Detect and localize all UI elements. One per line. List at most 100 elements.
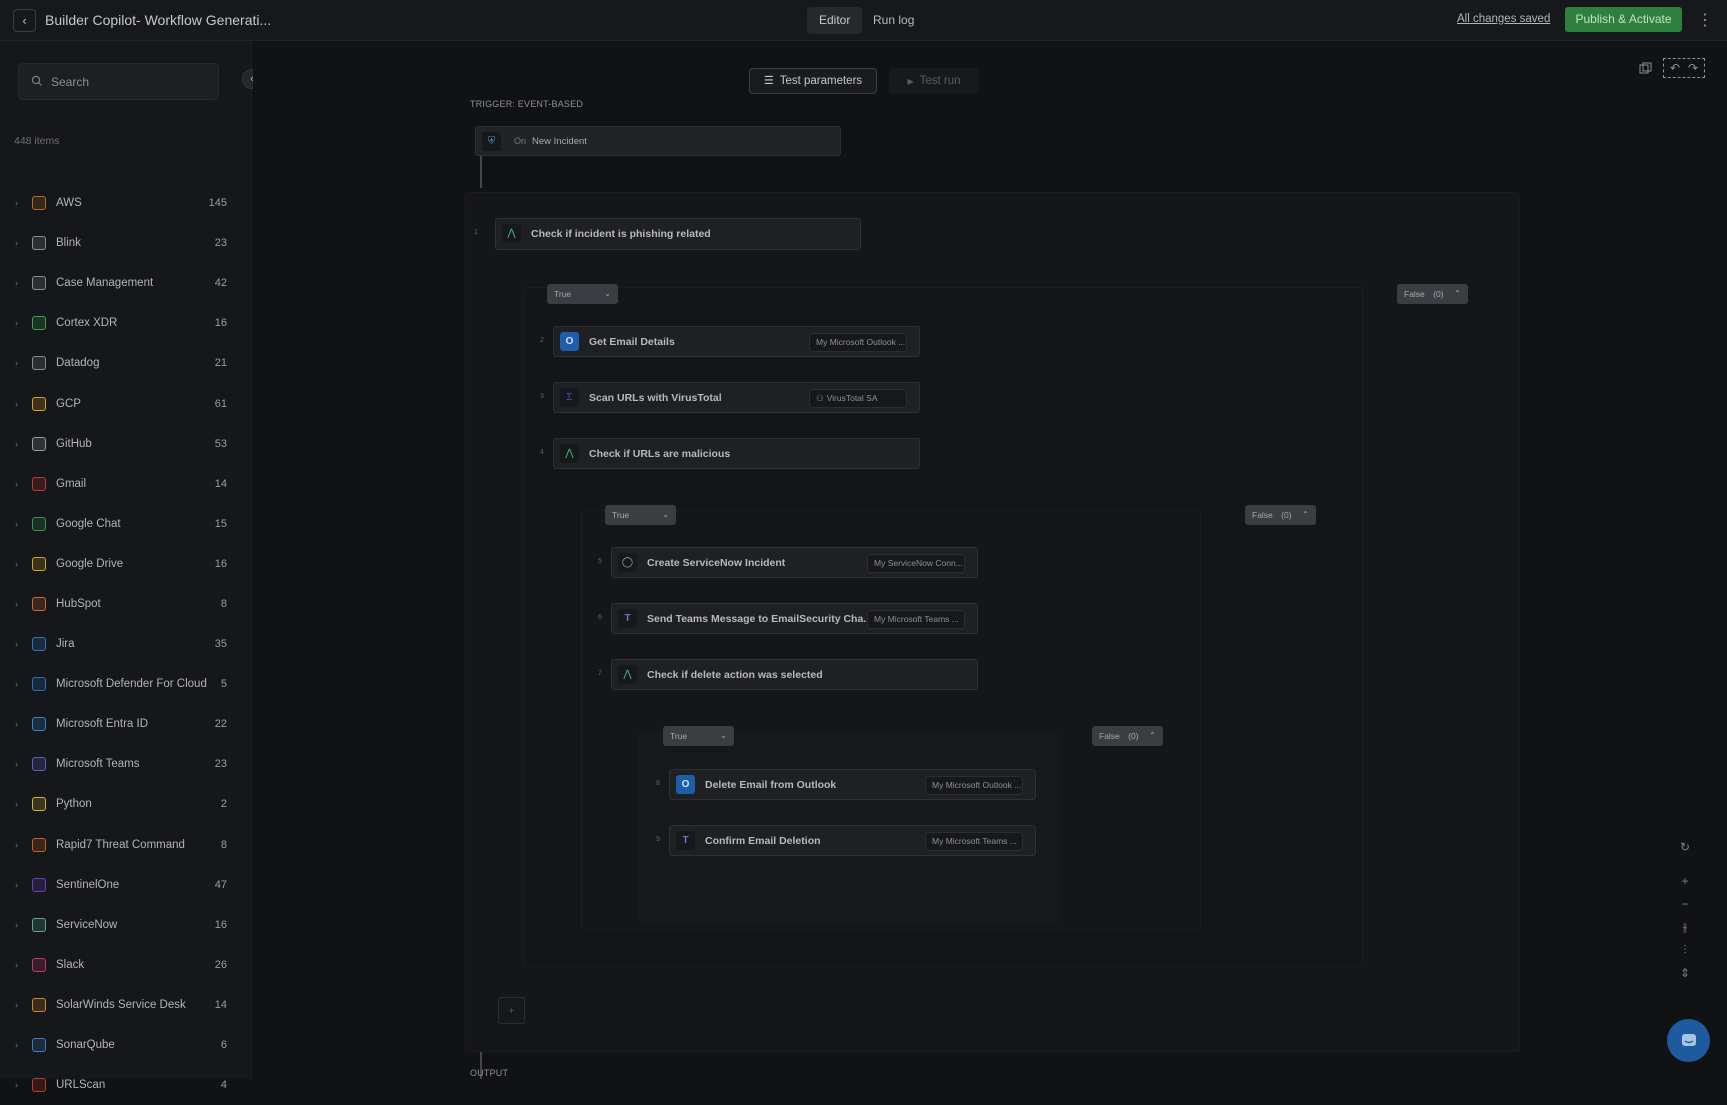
connection-select[interactable]: My Microsoft Outlook ... <box>925 776 1023 795</box>
chevron-down-icon: ⌄ <box>662 510 669 519</box>
chevron-left-icon: ‹ <box>22 13 27 28</box>
expand-collapse-icon[interactable]: ⇕ <box>1678 966 1692 980</box>
chevron-right-icon: › <box>15 518 18 529</box>
integration-logo-icon <box>32 356 46 371</box>
branch-true-3[interactable]: True ⌄ <box>663 726 734 746</box>
sidebar-item-jira[interactable]: › Jira 35 <box>0 624 251 664</box>
node-scan-urls[interactable]: 3 Σ Scan URLs with VirusTotal ⚇ VirusTota… <box>540 382 920 413</box>
sidebar-item-servicenow[interactable]: › ServiceNow 16 <box>0 905 251 945</box>
sidebar-item-count: 61 <box>214 397 227 410</box>
sidebar-item-count: 15 <box>214 517 227 530</box>
servicenow-icon: ◯ <box>618 553 637 572</box>
integration-logo-icon <box>32 396 46 411</box>
users-icon: ⚇ <box>816 393 824 403</box>
sidebar-item-count: 16 <box>214 317 227 330</box>
sidebar-item-count: 23 <box>214 758 227 771</box>
sidebar-item-count: 8 <box>220 838 227 851</box>
sidebar-item-label: Slack <box>56 958 85 971</box>
branch-true-1[interactable]: True ⌄ <box>547 284 618 304</box>
sidebar-item-label: GCP <box>56 397 81 410</box>
sidebar-item-solarwinds-service-desk[interactable]: › SolarWinds Service Desk 14 <box>0 985 251 1025</box>
workflow-canvas[interactable]: ☰ Test parameters ▶ Test run ↶ ↷ TRIGGER… <box>253 42 1727 1079</box>
add-step-button[interactable]: + <box>498 997 525 1024</box>
chevron-right-icon: › <box>15 719 18 730</box>
sidebar-item-gcp[interactable]: › GCP 61 <box>0 383 251 423</box>
back-button[interactable]: ‹ <box>13 9 36 32</box>
node-check-phishing[interactable]: 1 ⋀ Check if incident is phishing relate… <box>474 218 861 250</box>
sidebar-item-cortex-xdr[interactable]: › Cortex XDR 16 <box>0 303 251 343</box>
sidebar-item-github[interactable]: › GitHub 53 <box>0 424 251 464</box>
node-delete-email[interactable]: 8 O Delete Email from Outlook My Microso… <box>656 769 1036 800</box>
sidebar-item-google-drive[interactable]: › Google Drive 16 <box>0 544 251 584</box>
more-menu-icon[interactable]: ⋮ <box>1697 10 1713 30</box>
sidebar-item-microsoft-defender-for-cloud[interactable]: › Microsoft Defender For Cloud 5 <box>0 664 251 704</box>
branch-false-2[interactable]: False (0) ⌃ <box>1245 505 1316 525</box>
chevron-down-icon: ⌄ <box>720 731 727 740</box>
connection-select[interactable]: My Microsoft Outlook ... <box>809 333 907 352</box>
sidebar-item-label: SolarWinds Service Desk <box>56 998 186 1011</box>
save-status[interactable]: All changes saved <box>1457 13 1550 25</box>
sidebar-item-google-chat[interactable]: › Google Chat 15 <box>0 504 251 544</box>
sidebar-item-count: 14 <box>214 998 227 1011</box>
integration-logo-icon <box>32 436 46 451</box>
chevron-right-icon: › <box>15 438 18 449</box>
node-create-servicenow-incident[interactable]: 5 ◯ Create ServiceNow Incident My Servic… <box>598 547 978 578</box>
integration-logo-icon <box>32 556 46 571</box>
branch-true-2[interactable]: True ⌄ <box>605 505 676 525</box>
sidebar-item-rapid7-threat-command[interactable]: › Rapid7 Threat Command 8 <box>0 825 251 865</box>
sidebar-item-aws[interactable]: › AWS 145 <box>0 183 251 223</box>
connection-select[interactable]: My Microsoft Teams ... <box>925 832 1023 851</box>
sidebar-item-hubspot[interactable]: › HubSpot 8 <box>0 584 251 624</box>
tab-editor[interactable]: Editor <box>807 7 863 34</box>
sidebar-item-microsoft-entra-id[interactable]: › Microsoft Entra ID 22 <box>0 704 251 744</box>
fit-vertical-icon[interactable]: ⫶ <box>1678 943 1692 957</box>
sidebar-item-sentinelone[interactable]: › SentinelOne 47 <box>0 865 251 905</box>
fit-horizontal-icon[interactable]: ⫳ <box>1678 920 1692 934</box>
chat-support-button[interactable] <box>1667 1019 1710 1062</box>
sidebar-item-count: 42 <box>214 277 227 290</box>
sidebar-item-slack[interactable]: › Slack 26 <box>0 945 251 985</box>
sidebar-item-count: 22 <box>214 718 227 731</box>
chevron-right-icon: › <box>15 919 18 930</box>
tab-run-log[interactable]: Run log <box>861 7 926 34</box>
sidebar-item-case-management[interactable]: › Case Management 42 <box>0 263 251 303</box>
sidebar-item-datadog[interactable]: › Datadog 21 <box>0 343 251 383</box>
chevron-right-icon: › <box>15 278 18 289</box>
connection-select[interactable]: My Microsoft Teams ... <box>867 610 965 629</box>
node-send-teams-message[interactable]: 6 T Send Teams Message to EmailSecurity … <box>598 603 978 634</box>
condition-icon: ⋀ <box>502 224 521 243</box>
condition-icon: ⋀ <box>618 665 637 684</box>
zoom-out-icon[interactable]: − <box>1678 897 1692 911</box>
outlook-icon: O <box>560 332 579 351</box>
sidebar-item-urlscan[interactable]: › URLScan 4 <box>0 1065 251 1105</box>
connection-select[interactable]: ⚇ VirusTotal SA <box>809 389 907 408</box>
branch-false-1[interactable]: False (0) ⌃ <box>1397 284 1468 304</box>
sidebar-item-gmail[interactable]: › Gmail 14 <box>0 464 251 504</box>
integrations-sidebar: 448 items ›AWS145›Blink23›Case Managemen… <box>0 41 252 1093</box>
reset-icon[interactable]: ↻ <box>1678 840 1692 854</box>
sidebar-item-label: Datadog <box>56 357 100 370</box>
node-confirm-email-deletion[interactable]: 9 T Confirm Email Deletion My Microsoft … <box>656 825 1036 856</box>
sidebar-item-label: Rapid7 Threat Command <box>56 838 185 851</box>
node-check-delete-action[interactable]: 7 ⋀ Check if delete action was selected <box>598 659 978 690</box>
connection-select[interactable]: My ServiceNow Conn... <box>867 554 965 573</box>
publish-activate-button[interactable]: Publish & Activate <box>1565 7 1682 32</box>
node-get-email-details[interactable]: 2 O Get Email Details My Microsoft Outlo… <box>540 326 920 357</box>
sidebar-item-label: GitHub <box>56 437 92 450</box>
integration-logo-icon <box>32 476 46 491</box>
integration-logo-icon <box>32 276 46 291</box>
sidebar-item-microsoft-teams[interactable]: › Microsoft Teams 23 <box>0 744 251 784</box>
integration-logo-icon <box>32 837 46 852</box>
sidebar-item-blink[interactable]: › Blink 23 <box>0 223 251 263</box>
sidebar-item-sonarqube[interactable]: › SonarQube 6 <box>0 1025 251 1065</box>
integration-logo-icon <box>32 516 46 531</box>
node-check-urls-malicious[interactable]: 4 ⋀ Check if URLs are malicious <box>540 438 920 469</box>
sidebar-item-count: 16 <box>214 557 227 570</box>
chevron-right-icon: › <box>15 999 18 1010</box>
search-input[interactable] <box>51 64 211 99</box>
sidebar-item-python[interactable]: › Python 2 <box>0 784 251 824</box>
branch-false-3[interactable]: False (0) ⌃ <box>1092 726 1163 746</box>
trigger-node[interactable]: ⛨ On New Incident <box>475 126 841 156</box>
zoom-in-icon[interactable]: + <box>1678 874 1692 888</box>
sidebar-item-label: Gmail <box>56 477 87 490</box>
